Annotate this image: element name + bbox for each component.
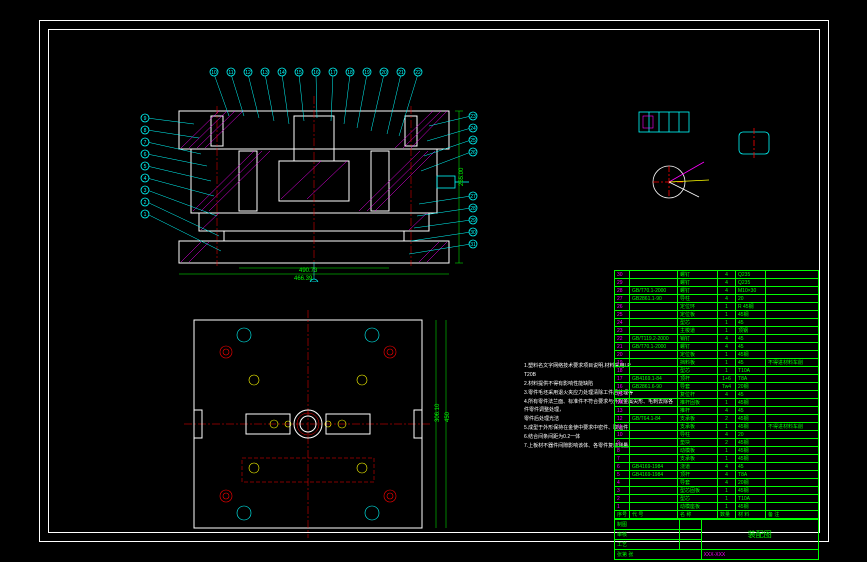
bom-row: 17GB4169.1-84顶杆1+6T8A (615, 375, 819, 383)
bom-row: 18型芯1T10A (615, 367, 819, 375)
bom-row: 15复位杆445 (615, 391, 819, 399)
svg-text:10: 10 (211, 70, 217, 76)
svg-text:27: 27 (470, 194, 476, 200)
bom-row: 22GB/T119.2-2000销钉445 (615, 335, 819, 343)
bom-row: 4导套420钢 (615, 479, 819, 487)
bom-row: 28GB/T70.1-2000螺钉4M10×30 (615, 287, 819, 295)
drawing-frame-inner: 265.00 490.73 466.39 9 8 7 6 5 4 3 2 1 1… (48, 29, 820, 533)
title-info: 制图装配图 审核 工艺 张第 张XXX-XXX (614, 519, 819, 560)
svg-text:7: 7 (144, 140, 147, 146)
detail-view (609, 102, 799, 212)
bom-row: 25定位板145钢 (615, 311, 819, 319)
svg-text:4: 4 (144, 176, 147, 182)
bom-header-row: 序号 代 号 名 称 数量 材 料 备 注 (615, 511, 819, 519)
bom-row: 14推杆固板145钢 (615, 399, 819, 407)
bom-row: 6GB4169-1984浇道445 (615, 463, 819, 471)
bom-row: 21GB/T70.1-2000螺钉445 (615, 343, 819, 351)
dim-plan-height: 450 (445, 411, 451, 422)
bom-row: 26定位环1R 45钢 (615, 303, 819, 311)
svg-text:5: 5 (144, 164, 147, 170)
bom-row: 9垫块245钢 (615, 439, 819, 447)
svg-text:17: 17 (330, 70, 336, 76)
bom-table: 30螺钉4Q23529螺钉4Q23528GB/T70.1-2000螺钉4M10×… (614, 270, 819, 519)
bom-row: 12GB/T64.1-84支承板245钢 (615, 415, 819, 423)
svg-text:11: 11 (228, 70, 233, 76)
bom-row: 16GB2861.6-90导套Tw420钢 (615, 383, 819, 391)
bom-row: 1动模座板145钢 (615, 503, 819, 511)
bom-row: 29螺钉4Q235 (615, 279, 819, 287)
dim-section-width-lower: 490.73 (299, 268, 318, 274)
svg-text:28: 28 (470, 206, 476, 212)
bom-row: 30螺钉4Q235 (615, 271, 819, 279)
bom-row: 27GB2861.1-90导柱420 (615, 295, 819, 303)
plan-view: 306.10 450 (184, 310, 452, 538)
dim-section-height: 265.00 (459, 167, 465, 186)
bom-row: 7支承板145钢 (615, 455, 819, 463)
svg-text:13: 13 (262, 70, 268, 76)
svg-text:2: 2 (144, 200, 147, 206)
svg-text:6: 6 (144, 152, 147, 158)
balloons-left: 9 8 7 6 5 4 3 2 1 (141, 114, 221, 251)
svg-text:20: 20 (381, 70, 387, 76)
svg-text:15: 15 (296, 70, 302, 76)
svg-text:22: 22 (415, 70, 421, 76)
svg-text:16: 16 (313, 70, 319, 76)
svg-text:25: 25 (470, 138, 476, 144)
svg-text:19: 19 (364, 70, 370, 76)
bom-row: 3型芯固板145钢 (615, 487, 819, 495)
svg-text:18: 18 (347, 70, 353, 76)
svg-text:8: 8 (144, 128, 147, 134)
bom-row: 8动模板145钢 (615, 447, 819, 455)
bom-row: 23主梭道1顶钢 (615, 327, 819, 335)
bom-row: 11支承板145钢不得进材料车削 (615, 423, 819, 431)
svg-text:23: 23 (470, 114, 476, 120)
bom-row: 19挡料板145不得进材料车削 (615, 359, 819, 367)
svg-text:1: 1 (144, 212, 147, 218)
bom-row: 10导柱420 (615, 431, 819, 439)
svg-text:3: 3 (144, 188, 147, 194)
drawing-frame-outer: 265.00 490.73 466.39 9 8 7 6 5 4 3 2 1 1… (39, 20, 829, 542)
bom-row: 2型芯1T10A (615, 495, 819, 503)
svg-text:14: 14 (279, 70, 285, 76)
section-view: 265.00 490.73 466.39 9 8 7 6 5 4 3 2 1 1… (139, 66, 479, 282)
svg-text:12: 12 (245, 70, 251, 76)
svg-text:32: 32 (311, 281, 317, 282)
bom-row: 5GB4169-1984顶杆4T8A (615, 471, 819, 479)
svg-text:24: 24 (470, 126, 476, 132)
dim-plan-width: 306.10 (435, 403, 441, 422)
balloons-top: 10 11 12 13 14 15 16 17 18 19 20 21 22 (210, 68, 422, 136)
svg-text:31: 31 (470, 242, 476, 248)
bom-row: 24型芯145 (615, 319, 819, 327)
titleblock: 30螺钉4Q23529螺钉4Q23528GB/T70.1-2000螺钉4M10×… (614, 270, 819, 532)
svg-text:29: 29 (470, 218, 476, 224)
svg-text:30: 30 (470, 230, 476, 236)
svg-text:26: 26 (470, 150, 476, 156)
balloons-right: 23 24 25 26 27 28 29 30 31 (409, 112, 477, 254)
svg-text:21: 21 (398, 70, 404, 76)
bom-row: 13推杆445 (615, 407, 819, 415)
svg-text:9: 9 (144, 116, 147, 122)
bom-row: 20定位板145钢 (615, 351, 819, 359)
